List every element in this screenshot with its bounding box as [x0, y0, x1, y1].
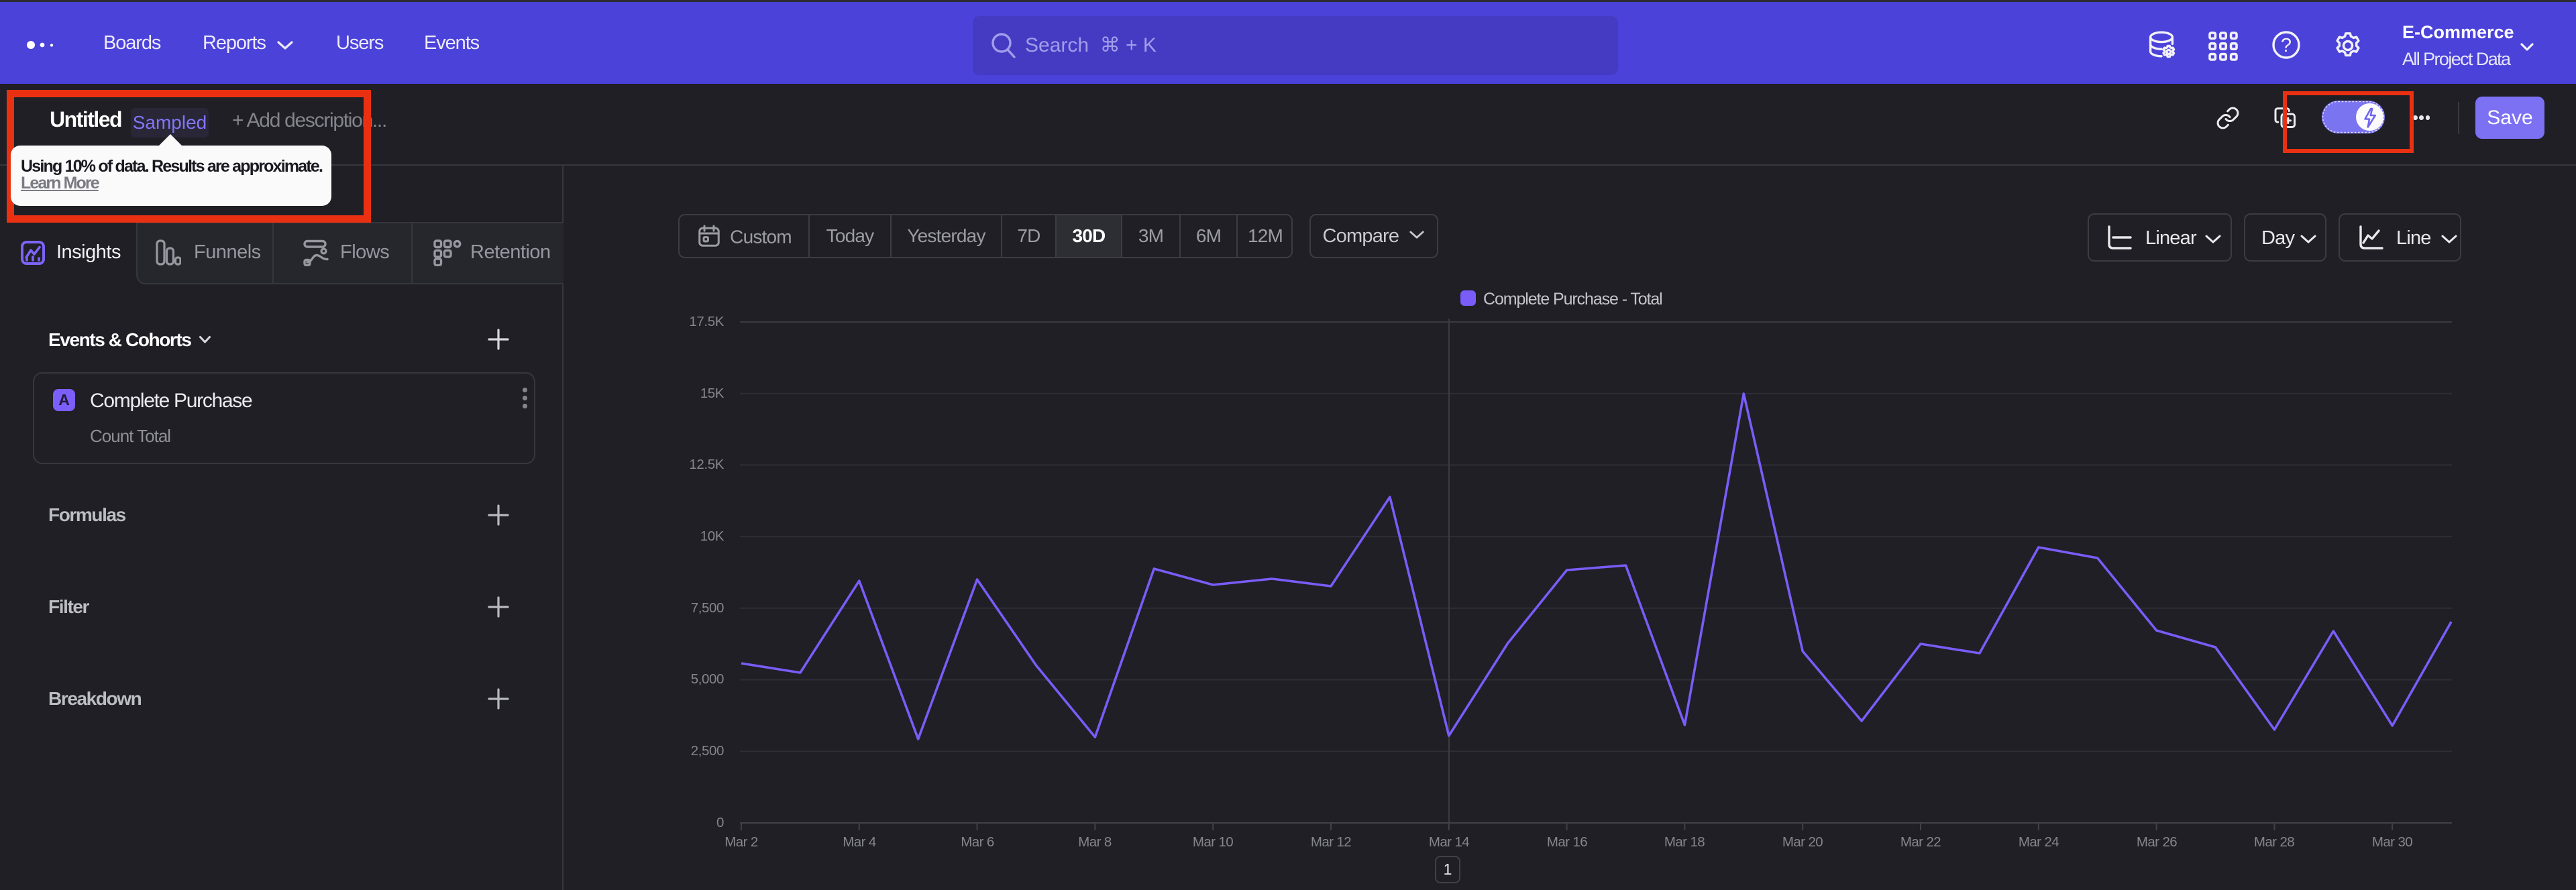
svg-text:?: ? — [2281, 35, 2292, 56]
